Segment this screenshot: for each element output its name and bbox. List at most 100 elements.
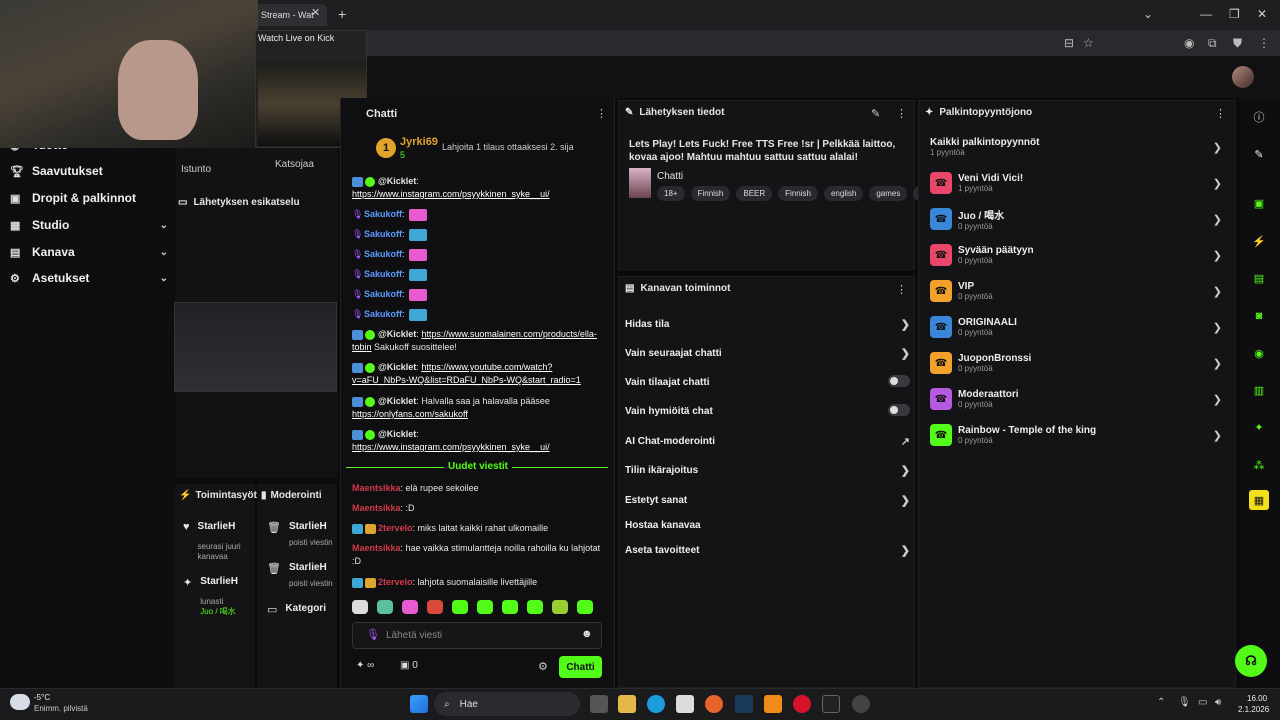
pencil-icon[interactable]: ✎ — [1249, 144, 1269, 164]
sidebar-item-saavutukset[interactable]: 🏆︎ Saavutukset — [10, 160, 168, 182]
emote-button[interactable] — [552, 600, 568, 614]
gifter-name[interactable]: Jyrki69 — [400, 136, 438, 148]
emote-button[interactable] — [402, 600, 418, 614]
bookmark-star-icon[interactable]: ☆ — [1083, 36, 1094, 50]
edge-icon[interactable] — [647, 695, 665, 713]
tab-list-icon[interactable]: ⌄ — [1143, 7, 1153, 21]
preview-icon[interactable]: ▣ — [1249, 193, 1269, 213]
channel-actions-menu-icon[interactable]: ⋮ — [896, 283, 907, 296]
document-icon[interactable]: ▤ — [1249, 268, 1269, 288]
new-tab-button[interactable]: + — [338, 6, 346, 22]
chat-bubble-icon[interactable]: ◙ — [1249, 306, 1269, 326]
emoji-picker-icon[interactable]: ☻ — [581, 628, 593, 640]
tab-katsojaa[interactable]: Katsojaa — [275, 159, 314, 170]
gift-count[interactable]: ▣ 0 — [400, 660, 418, 671]
bolt-icon[interactable]: ⚡ — [1249, 231, 1269, 251]
clock-time[interactable]: 16.00 — [1247, 694, 1267, 703]
category-name[interactable]: Chatti — [657, 171, 683, 182]
network-icon[interactable]: ▭ — [1198, 697, 1207, 708]
stream-info-menu-icon[interactable]: ⋮ — [896, 107, 907, 120]
maximize-icon[interactable]: ❐ — [1229, 7, 1240, 21]
reward-item[interactable]: ☎ Moderaattori 0 pyyntöä ❯ — [930, 382, 1222, 416]
taskbar-search[interactable]: ⌕ Hae — [434, 692, 580, 716]
support-icon[interactable]: ☊ — [1235, 645, 1267, 677]
close-tab-icon[interactable]: ✕ — [311, 6, 320, 19]
start-icon[interactable] — [410, 695, 428, 713]
chevron-right-icon: ❯ — [900, 464, 910, 477]
chat-menu-icon[interactable]: ⋮ — [596, 107, 607, 120]
opera-icon[interactable] — [793, 695, 811, 713]
vlc-icon[interactable] — [764, 695, 782, 713]
chat-message: @Kicklet: https://www.suomalainen.com/pr… — [352, 329, 597, 352]
action-ai-moderointi[interactable]: AI Chat-moderointi ↗ — [625, 431, 910, 451]
steam-icon[interactable] — [735, 695, 753, 713]
weather-icon[interactable] — [10, 694, 30, 710]
mic-tray-icon[interactable]: 🎙︎ — [1178, 697, 1191, 708]
clock-date[interactable]: 2.1.2026 — [1238, 705, 1269, 714]
action-hidas-tila[interactable]: Hidas tila ❯ — [625, 314, 910, 334]
task-view-icon[interactable] — [590, 695, 608, 713]
clip-icon[interactable]: ▦ — [1249, 490, 1269, 510]
action-tavoitteet[interactable]: Aseta tavoitteet ❯ — [625, 540, 910, 560]
action-hostaa[interactable]: Hostaa kanavaa — [625, 515, 910, 535]
browser-menu-icon[interactable]: ⋮ — [1258, 36, 1270, 50]
reward-item[interactable]: ☎ Veni Vidi Vici! 1 pyyntöä ❯ — [930, 166, 1222, 200]
sidebar-item-dropit[interactable]: ▣ Dropit & palkinnot — [10, 187, 168, 209]
emote-button[interactable] — [577, 600, 593, 614]
firefox-icon[interactable] — [705, 695, 723, 713]
close-window-icon[interactable]: ✕ — [1257, 7, 1267, 21]
obs-icon[interactable] — [852, 695, 870, 713]
emote-button[interactable] — [527, 600, 543, 614]
tray-overflow-icon[interactable]: ⌃ — [1157, 697, 1165, 708]
chat-settings-icon[interactable]: ⚙ — [538, 660, 548, 673]
toggle-switch[interactable] — [888, 374, 910, 387]
install-app-icon[interactable]: ⊟ — [1064, 36, 1074, 50]
emote-button[interactable] — [377, 600, 393, 614]
rewards-menu-icon[interactable]: ⋮ — [1215, 107, 1226, 120]
profile-icon[interactable]: ◉ — [1184, 36, 1194, 50]
volume-icon[interactable]: 🔊︎ — [1215, 697, 1221, 708]
sidebar-item-studio[interactable]: ▦ Studio ⌄ — [10, 214, 168, 236]
shield-icon[interactable]: ⛊ — [1233, 36, 1242, 51]
tag: english — [823, 186, 864, 201]
send-chat-button[interactable]: Chatti — [559, 656, 602, 678]
reward-item[interactable]: ☎ Juo / 喝水 0 pyyntöä ❯ — [930, 202, 1222, 236]
sidebar-item-kanava[interactable]: ▤ Kanava ⌄ — [10, 241, 168, 263]
broadcast-icon[interactable]: ◉ — [1249, 343, 1269, 363]
reward-item[interactable]: ☎ Rainbow - Temple of the king 0 pyyntöä … — [930, 418, 1222, 452]
chat-title: Chatti — [366, 108, 398, 120]
rewards-icon[interactable]: ⁂ — [1249, 455, 1269, 475]
emote-button[interactable] — [502, 600, 518, 614]
toggle-subscribers-only[interactable] — [888, 374, 910, 390]
extensions-icon[interactable]: ⧉ — [1208, 36, 1217, 51]
reward-item[interactable]: ☎ VIP 0 pyyntöä ❯ — [930, 274, 1222, 308]
toggle-emote-only[interactable] — [888, 403, 910, 419]
action-vain-seuraajat[interactable]: Vain seuraajat chatti ❯ — [625, 343, 910, 363]
avatar[interactable] — [1232, 66, 1254, 88]
action-estetyt-sanat[interactable]: Estetyt sanat ❯ — [625, 490, 910, 510]
reward-item[interactable]: ☎ ORIGINAALI 0 pyyntöä ❯ — [930, 310, 1222, 344]
edit-icon[interactable]: ✎ — [871, 107, 880, 120]
file-explorer-icon[interactable] — [618, 695, 636, 713]
toggle-switch[interactable] — [888, 403, 910, 416]
action-ikarajoitus[interactable]: Tilin ikärajoitus ❯ — [625, 460, 910, 480]
verified-icon — [365, 329, 375, 340]
emote-button[interactable] — [477, 600, 493, 614]
reward-item[interactable]: ☎ Syvään päätyyn 0 pyyntöä ❯ — [930, 238, 1222, 272]
reward-item[interactable]: ☎ JuoponBronssi 0 pyyntöä ❯ — [930, 346, 1222, 380]
tab-istunto[interactable]: Istunto — [181, 164, 211, 175]
wrench-icon[interactable]: ✦ — [1249, 417, 1269, 437]
reward-all[interactable]: Kaikki palkintopyynnöt 1 pyyntöä ❯ — [930, 130, 1222, 164]
info-icon[interactable]: ⓘ — [1249, 107, 1269, 127]
sidebar-item-asetukset[interactable]: ⚙ Asetukset ⌄ — [10, 267, 168, 289]
emote-button[interactable] — [352, 600, 368, 614]
minimize-icon[interactable]: — — [1200, 7, 1212, 21]
stream-preview[interactable] — [174, 302, 337, 392]
layout-icon[interactable]: ▥ — [1249, 380, 1269, 400]
points-icon[interactable]: ✦ ∞ — [356, 660, 374, 671]
phone-icon: ☎ — [930, 172, 952, 194]
emote-button[interactable] — [452, 600, 468, 614]
terminal-icon[interactable] — [822, 695, 840, 713]
store-icon[interactable] — [676, 695, 694, 713]
emote-button[interactable] — [427, 600, 443, 614]
